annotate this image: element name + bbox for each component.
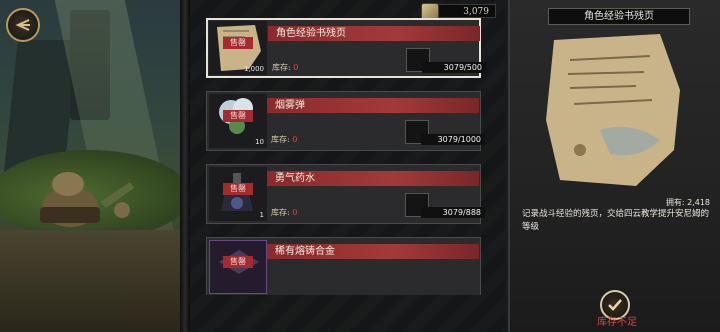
item-name: 稀有熔铸合金 (275, 246, 335, 257)
item-quantity: 1 (259, 211, 264, 219)
stock-label: 库存: (271, 208, 290, 217)
item-stock: 库存: 0 (272, 62, 298, 73)
item-name: 角色经验书残页 (276, 28, 346, 39)
sold-out-badge: 售罄 (223, 183, 253, 195)
currency-value: 3,079 (463, 7, 489, 17)
item-thumbnail: 售罄 10 (209, 94, 267, 148)
stock-value: 0 (292, 135, 298, 144)
stock-label: 库存: (271, 135, 290, 144)
item-detail-panel: 角色经验书残页 拥有: 2,418 记录战斗经验的残页，交给四云教学提升安尼姆的… (508, 0, 720, 332)
currency-counter: 3,079 (421, 3, 496, 21)
shop-list-panel: 3,079 售罄 1,000 角色经验书残页 库存: 0 3079/500 售罄… (190, 0, 505, 332)
shop-item-card[interactable]: 售罄 1 勇气药水 库存: 0 3079/888 (206, 164, 485, 224)
stock-label: 库存: (272, 63, 291, 72)
back-button[interactable] (6, 8, 40, 42)
item-quantity: 10 (255, 138, 264, 146)
stock-value: 0 (293, 63, 299, 72)
item-name-bar: 烟雾弹 (267, 98, 479, 113)
item-name-bar: 稀有熔铸合金 (267, 244, 479, 259)
shop-item-card[interactable]: 售罄 10 烟雾弹 库存: 0 3079/1000 (206, 91, 485, 151)
sold-out-badge: 售罄 (223, 37, 253, 49)
owned-count: 拥有: 2,418 (665, 198, 710, 207)
exp-page-illustration (546, 34, 680, 186)
item-stock: 库存: 0 (271, 207, 297, 218)
item-thumbnail: 售罄 (209, 240, 267, 294)
item-quantity: 1,000 (243, 65, 264, 73)
item-cost: 3079/500 (422, 62, 486, 73)
item-name: 勇气药水 (275, 173, 315, 184)
sold-out-badge: 售罄 (223, 110, 253, 122)
ground (0, 230, 180, 332)
shop-item-card[interactable]: 售罄 1,000 角色经验书残页 库存: 0 3079/500 (206, 18, 486, 78)
item-description: 记录战斗经验的残页，交给四云教学提升安尼姆的等级 (522, 209, 710, 232)
sold-out-badge: 售罄 (223, 256, 253, 268)
divider (180, 0, 190, 332)
stock-value: 0 (292, 208, 298, 217)
stock-insufficient-text: 库存不足 (597, 317, 637, 328)
item-stock: 库存: 0 (271, 134, 297, 145)
item-name-bar: 角色经验书残页 (268, 26, 480, 41)
item-name: 烟雾弹 (275, 100, 305, 111)
detail-title: 角色经验书残页 (548, 8, 690, 25)
item-name-bar: 勇气药水 (267, 171, 479, 186)
shop-item-card[interactable]: 售罄 稀有熔铸合金 (206, 237, 481, 295)
item-cost: 3079/1000 (421, 134, 485, 145)
item-cost: 3079/888 (421, 207, 485, 218)
item-thumbnail: 售罄 1,000 (209, 21, 267, 75)
battle-scene (0, 0, 180, 332)
back-arrow-icon (15, 19, 30, 31)
item-thumbnail: 售罄 1 (209, 167, 267, 221)
check-icon (608, 299, 622, 311)
hero-character (40, 172, 134, 227)
